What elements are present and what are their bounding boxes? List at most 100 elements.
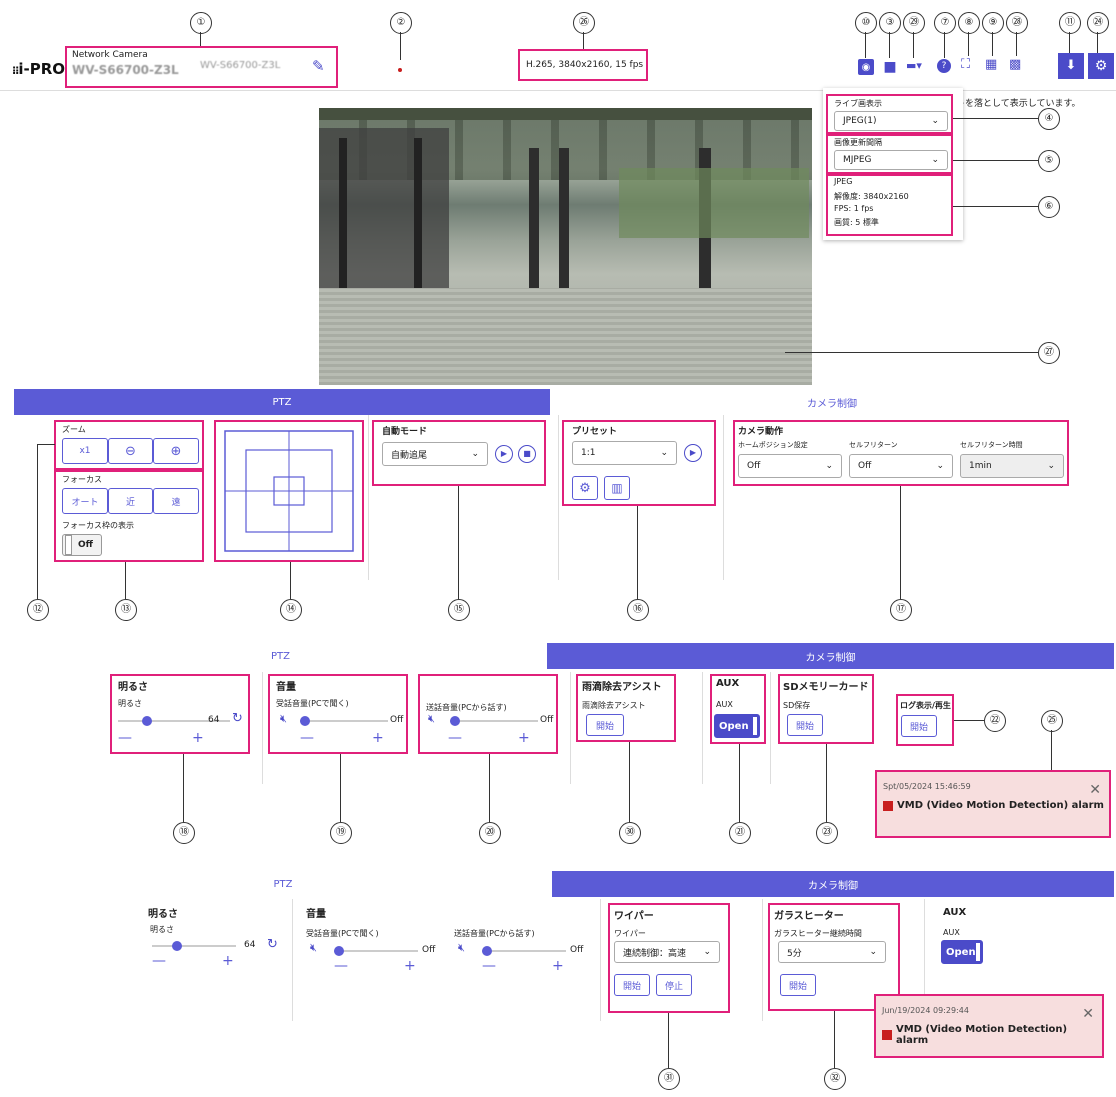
callout-15: ⑮ bbox=[448, 599, 470, 621]
leader-line bbox=[489, 754, 490, 822]
brightness-title: 明るさ bbox=[148, 909, 178, 920]
send-mute-icon[interactable]: 🔇︎ bbox=[458, 941, 465, 955]
close-icon[interactable]: ✕ bbox=[1082, 1006, 1094, 1022]
alarm-message: VMD (Video Motion Detection) alarm bbox=[882, 1024, 1102, 1046]
help-icon[interactable]: ? bbox=[937, 59, 951, 73]
send-mute-icon[interactable]: 🔇︎ bbox=[428, 712, 435, 726]
zoom-in-button[interactable]: ⊕ bbox=[153, 438, 199, 464]
self-return-select[interactable]: Off ⌄ bbox=[849, 454, 953, 478]
recv-minus-icon[interactable]: — bbox=[300, 730, 314, 746]
recv-plus-icon[interactable]: + bbox=[372, 730, 384, 746]
settings-icon[interactable]: ⚙ bbox=[1088, 53, 1114, 79]
stream-icon[interactable]: ▬▾ bbox=[906, 59, 922, 72]
send-volume-slider[interactable] bbox=[482, 946, 566, 956]
tab-ptz[interactable]: PTZ bbox=[14, 643, 547, 669]
recv-plus-icon[interactable]: + bbox=[404, 958, 416, 974]
callout-23: ㉓ bbox=[816, 822, 838, 844]
alarm-icon bbox=[883, 800, 893, 811]
aux-toggle[interactable]: Open bbox=[714, 714, 760, 738]
panel2-tabs: PTZ カメラ制御 bbox=[14, 643, 1114, 669]
callout-6: ⑥ bbox=[1038, 196, 1060, 218]
leader-line bbox=[458, 486, 459, 599]
zoom-x1-button[interactable]: x1 bbox=[62, 438, 108, 464]
brightness-plus-icon[interactable]: + bbox=[192, 730, 204, 746]
leader-line bbox=[953, 118, 1038, 119]
live-label: ライブ画表示 bbox=[834, 99, 882, 108]
alarm-message: VMD (Video Motion Detection) alarm bbox=[883, 800, 1104, 811]
aux-title: AUX bbox=[943, 907, 967, 918]
tab-camera-control[interactable]: カメラ制御 bbox=[552, 871, 1114, 897]
sd-save-start-button[interactable]: 開始 bbox=[787, 714, 823, 736]
send-minus-icon[interactable]: — bbox=[448, 730, 462, 746]
alarm-notification[interactable]: Spt/05/2024 15:46:59 VMD (Video Motion D… bbox=[875, 770, 1111, 838]
wiper-start-button[interactable]: 開始 bbox=[614, 974, 650, 996]
ptz-control-pad[interactable] bbox=[224, 430, 354, 552]
send-plus-icon[interactable]: + bbox=[518, 730, 530, 746]
multiscreen-icon[interactable]: ▦ bbox=[985, 57, 997, 72]
brightness-reset-icon[interactable]: ↻ bbox=[267, 937, 278, 952]
panel3-divider-2 bbox=[600, 899, 601, 1021]
focus-auto-button[interactable]: オート bbox=[62, 488, 108, 514]
preset-settings-button[interactable]: ⚙ bbox=[572, 476, 598, 500]
leader-line bbox=[1097, 32, 1098, 53]
auto-mode-stop-icon[interactable]: ■ bbox=[518, 445, 536, 463]
leader-line bbox=[785, 352, 1038, 353]
live-select[interactable]: JPEG(1) ⌄ bbox=[834, 111, 948, 131]
preset-list-button[interactable]: ▥ bbox=[604, 476, 630, 500]
recv-volume-value: Off bbox=[422, 945, 436, 955]
refresh-select[interactable]: MJPEG ⌄ bbox=[834, 150, 948, 170]
tab-camera-control[interactable]: カメラ制御 bbox=[547, 643, 1114, 669]
heater-start-button[interactable]: 開始 bbox=[780, 974, 816, 996]
wiper-select[interactable]: 連続制御：高速 ⌄ bbox=[614, 941, 720, 963]
brightness-title: 明るさ bbox=[118, 682, 148, 693]
panel2-divider-2 bbox=[570, 672, 571, 784]
send-volume-label: 送話音量(PCから話す) bbox=[454, 929, 535, 938]
close-icon[interactable]: ✕ bbox=[1089, 782, 1101, 798]
video-icon[interactable]: ■ bbox=[882, 59, 898, 75]
recv-mute-icon[interactable]: 🔇︎ bbox=[280, 712, 287, 726]
brightness-minus-icon[interactable]: — bbox=[152, 953, 166, 969]
leader-line bbox=[913, 32, 914, 58]
tab-ptz[interactable]: PTZ bbox=[14, 389, 550, 415]
brightness-slider[interactable] bbox=[152, 941, 236, 951]
stream-info: H.265, 3840x2160, 15 fps bbox=[526, 60, 644, 70]
brightness-minus-icon[interactable]: — bbox=[118, 730, 132, 746]
callout-27: ㉗ bbox=[1038, 342, 1060, 364]
heater-select[interactable]: 5分 ⌄ bbox=[778, 941, 886, 963]
leader-line bbox=[900, 486, 901, 599]
focus-far-button[interactable]: 遠 bbox=[153, 488, 199, 514]
alarm-notification[interactable]: Jun/19/2024 09:29:44 VMD (Video Motion D… bbox=[874, 994, 1104, 1058]
preset-go-icon[interactable]: ▶ bbox=[684, 444, 702, 462]
focus-frame-toggle[interactable]: Off bbox=[62, 534, 102, 556]
auto-mode-start-icon[interactable]: ▶ bbox=[495, 445, 513, 463]
fullscreen-icon[interactable]: ⛶ bbox=[961, 57, 970, 72]
live-image[interactable] bbox=[319, 108, 812, 385]
camera-icon[interactable]: ◉ bbox=[858, 59, 874, 75]
self-return-time-select[interactable]: 1min ⌄ bbox=[960, 454, 1064, 478]
edit-icon[interactable]: ✎ bbox=[312, 57, 325, 75]
tab-ptz[interactable]: PTZ bbox=[14, 871, 552, 897]
recv-minus-icon[interactable]: — bbox=[334, 958, 348, 974]
notice-text: トを落として表示しています。 bbox=[956, 99, 1081, 109]
grid-icon[interactable]: ▩ bbox=[1009, 57, 1021, 72]
aux-toggle[interactable]: Open bbox=[941, 940, 983, 964]
send-volume-slider[interactable] bbox=[450, 716, 538, 726]
focus-near-button[interactable]: 近 bbox=[108, 488, 153, 514]
callout-26: ㉖ bbox=[573, 12, 595, 34]
log-start-button[interactable]: 開始 bbox=[901, 715, 937, 737]
recv-volume-slider[interactable] bbox=[334, 946, 418, 956]
brightness-plus-icon[interactable]: + bbox=[222, 953, 234, 969]
rain-assist-start-button[interactable]: 開始 bbox=[586, 714, 624, 736]
tab-camera-control[interactable]: カメラ制御 bbox=[550, 389, 1114, 415]
recv-mute-icon[interactable]: 🔇︎ bbox=[310, 941, 317, 955]
wiper-stop-button[interactable]: 停止 bbox=[656, 974, 692, 996]
auto-mode-select[interactable]: 自動追尾 ⌄ bbox=[382, 442, 488, 466]
zoom-out-button[interactable]: ⊖ bbox=[108, 438, 153, 464]
send-minus-icon[interactable]: — bbox=[482, 958, 496, 974]
brightness-reset-icon[interactable]: ↻ bbox=[232, 711, 243, 726]
send-plus-icon[interactable]: + bbox=[552, 958, 564, 974]
home-pos-select[interactable]: Off ⌄ bbox=[738, 454, 842, 478]
recv-volume-slider[interactable] bbox=[300, 716, 388, 726]
preset-select[interactable]: 1:1 ⌄ bbox=[572, 441, 677, 465]
live-icon[interactable]: ⬇ bbox=[1058, 53, 1084, 79]
